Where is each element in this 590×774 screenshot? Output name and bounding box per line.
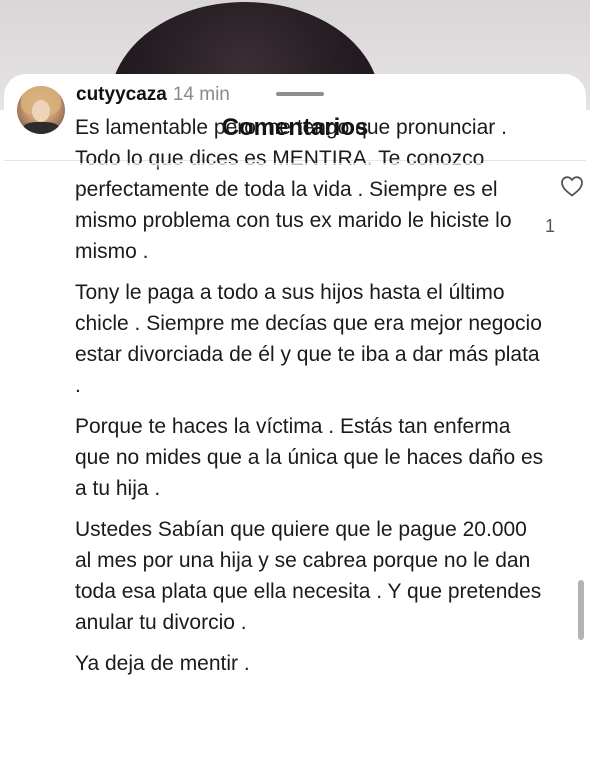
comment-paragraph: Porque te haces la víctima . Estás tan e… xyxy=(75,415,544,500)
comment-username[interactable]: cutyycaza xyxy=(76,84,167,105)
heart-outline-icon[interactable] xyxy=(560,175,584,197)
comment-paragraph: Ustedes Sabían que quiere que le pague 2… xyxy=(75,518,542,634)
comment-paragraph: Tony le paga a todo a sus hijos hasta el… xyxy=(75,281,542,397)
comment-timestamp: 14 min xyxy=(172,84,230,105)
comment-paragraph: Ya deja de mentir . xyxy=(75,652,250,675)
comment-text: Es lamentable pero me tengo que pronunci… xyxy=(75,112,545,689)
comment-paragraph: Es lamentable pero me tengo que pronunci… xyxy=(75,116,512,263)
list-top-fade xyxy=(0,163,590,169)
sheet-drag-handle[interactable] xyxy=(276,92,324,96)
avatar[interactable] xyxy=(17,86,65,134)
scrollbar[interactable] xyxy=(578,580,584,640)
comment-header: cutyycaza 14 min xyxy=(76,84,230,106)
like-count: 1 xyxy=(544,216,555,236)
